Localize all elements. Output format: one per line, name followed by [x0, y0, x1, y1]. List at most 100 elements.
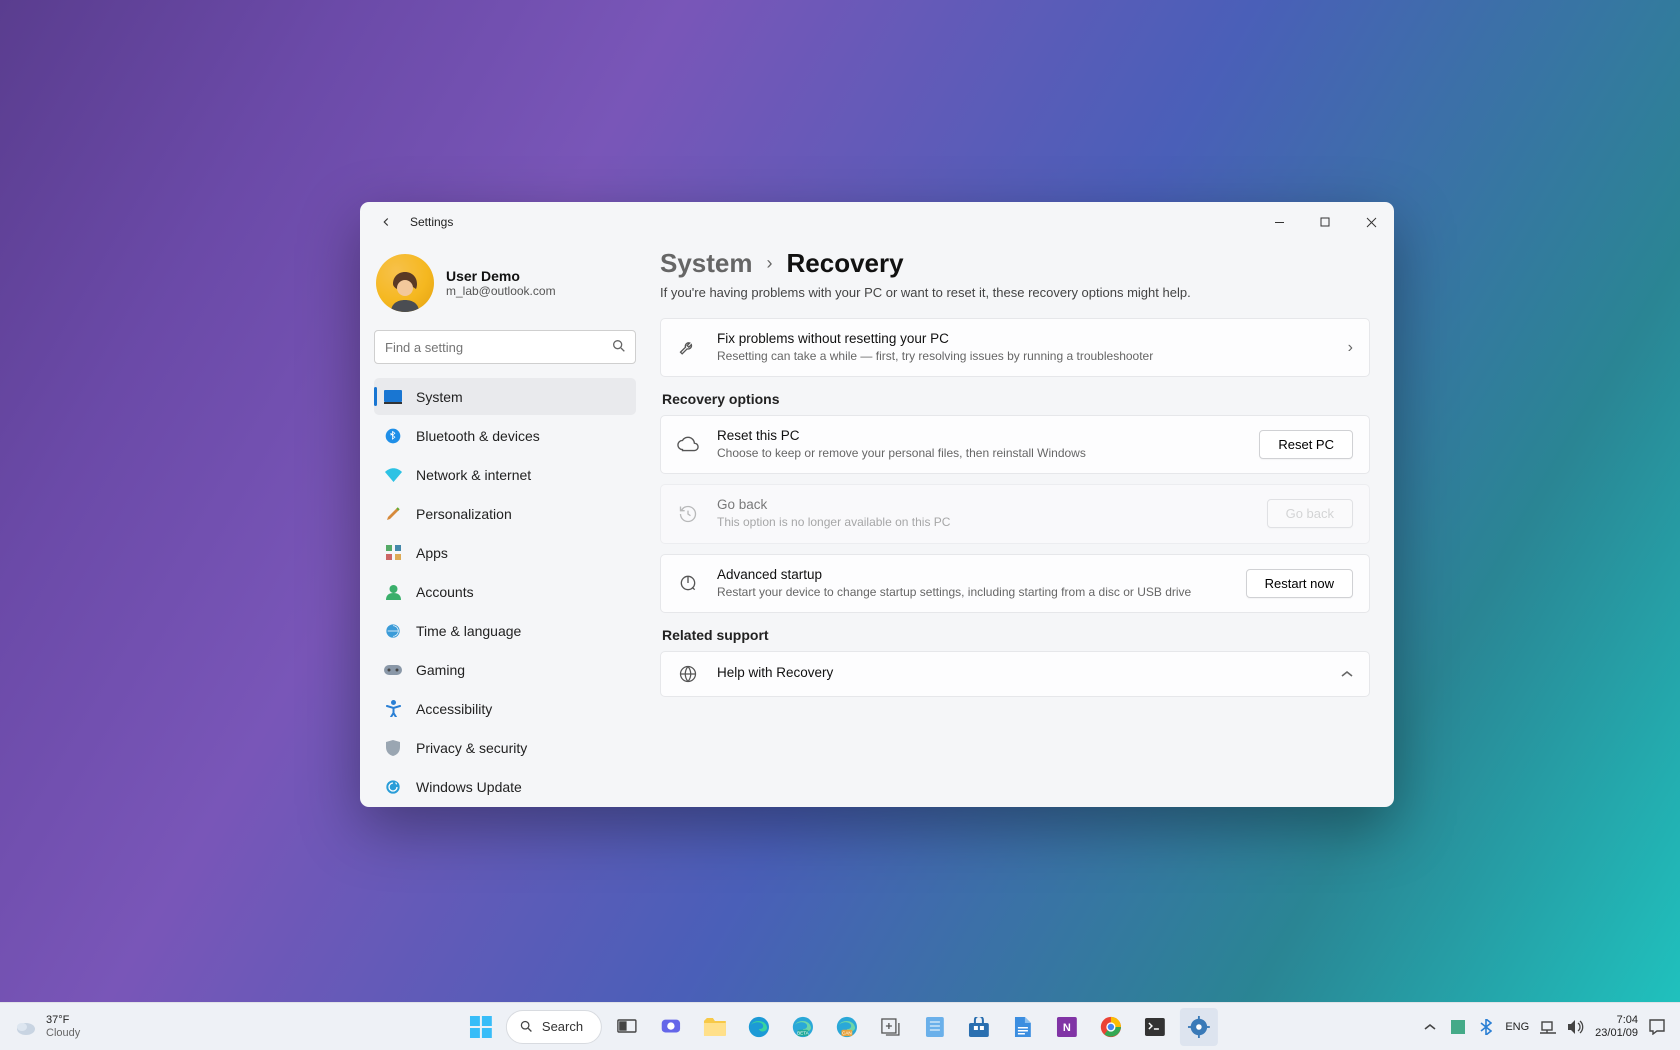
sidebar-item-label: Windows Update [416, 779, 522, 795]
sidebar-item-time-language[interactable]: Time & language [374, 612, 636, 649]
page-title: Recovery [787, 248, 904, 279]
go-back-card: Go back This option is no longer availab… [660, 484, 1370, 543]
sidebar-item-network[interactable]: Network & internet [374, 456, 636, 493]
notepad-button[interactable] [916, 1008, 954, 1046]
card-desc: This option is no longer available on th… [717, 514, 1249, 530]
history-icon [677, 504, 699, 524]
cloud-icon [14, 1017, 38, 1037]
user-block[interactable]: User Demo m_lab@outlook.com [374, 250, 636, 330]
search-icon [519, 1019, 534, 1034]
nav: System Bluetooth & devices Network & int… [374, 378, 636, 805]
sidebar-item-accessibility[interactable]: Accessibility [374, 690, 636, 727]
edge-beta-button[interactable]: BETA [784, 1008, 822, 1046]
maximize-button[interactable] [1302, 202, 1348, 242]
chat-button[interactable] [652, 1008, 690, 1046]
grid-icon [384, 544, 402, 562]
taskbar-search[interactable]: Search [506, 1010, 602, 1044]
sidebar-item-label: Accessibility [416, 701, 492, 717]
onenote-button[interactable]: N [1048, 1008, 1086, 1046]
sidebar-item-label: Network & internet [416, 467, 531, 483]
chrome-button[interactable] [1092, 1008, 1130, 1046]
help-recovery-card[interactable]: Help with Recovery [660, 651, 1370, 697]
tray-chevron-icon[interactable] [1421, 1018, 1439, 1036]
weather-cond: Cloudy [46, 1027, 80, 1039]
google-docs-button[interactable] [1004, 1008, 1042, 1046]
start-button[interactable] [462, 1008, 500, 1046]
network-tray-icon[interactable] [1539, 1018, 1557, 1036]
sidebar-item-label: Apps [416, 545, 448, 561]
person-icon [384, 583, 402, 601]
user-name: User Demo [446, 268, 556, 284]
sidebar-item-label: Personalization [416, 506, 512, 522]
search-input[interactable] [374, 330, 636, 364]
shield-icon [384, 739, 402, 757]
pinned-app-1[interactable] [872, 1008, 910, 1046]
taskbar-center: Search BETA CAN N [462, 1008, 1218, 1046]
chevron-right-icon: › [1348, 339, 1353, 357]
accessibility-icon [384, 700, 402, 718]
minimize-button[interactable] [1256, 202, 1302, 242]
bluetooth-icon [384, 427, 402, 445]
edge-canary-button[interactable]: CAN [828, 1008, 866, 1046]
paintbrush-icon [384, 505, 402, 523]
search-box [374, 330, 636, 364]
sidebar-item-personalization[interactable]: Personalization [374, 495, 636, 532]
user-email: m_lab@outlook.com [446, 284, 556, 298]
restart-now-button[interactable]: Restart now [1246, 569, 1353, 598]
globe-clock-icon [384, 622, 402, 640]
avatar [376, 254, 434, 312]
chevron-right-icon: › [767, 253, 773, 274]
main-content: System › Recovery If you're having probl… [650, 242, 1394, 807]
card-title: Reset this PC [717, 428, 1241, 443]
sidebar-item-windows-update[interactable]: Windows Update [374, 768, 636, 805]
volume-tray-icon[interactable] [1567, 1018, 1585, 1036]
settings-window: Settings User Demo m_lab@outlook.com [360, 202, 1394, 807]
sidebar-item-label: Bluetooth & devices [416, 428, 540, 444]
section-heading-recovery: Recovery options [662, 391, 1370, 407]
sidebar-item-label: Gaming [416, 662, 465, 678]
back-button[interactable] [372, 208, 400, 236]
troubleshoot-card[interactable]: Fix problems without resetting your PC R… [660, 318, 1370, 377]
close-button[interactable] [1348, 202, 1394, 242]
gamepad-icon [384, 661, 402, 679]
reset-pc-card: Reset this PC Choose to keep or remove y… [660, 415, 1370, 474]
card-desc: Restart your device to change startup se… [717, 584, 1228, 600]
page-subtitle: If you're having problems with your PC o… [660, 285, 1370, 300]
sidebar-item-privacy[interactable]: Privacy & security [374, 729, 636, 766]
clock[interactable]: 7:04 23/01/09 [1595, 1014, 1638, 1038]
terminal-button[interactable] [1136, 1008, 1174, 1046]
weather-widget[interactable]: 37°F Cloudy [0, 1014, 80, 1038]
language-indicator[interactable]: ENG [1505, 1021, 1529, 1033]
sidebar-item-accounts[interactable]: Accounts [374, 573, 636, 610]
sidebar-item-apps[interactable]: Apps [374, 534, 636, 571]
sidebar-item-system[interactable]: System [374, 378, 636, 415]
wifi-icon [384, 466, 402, 484]
store-button[interactable] [960, 1008, 998, 1046]
globe-help-icon [677, 664, 699, 684]
sidebar-item-bluetooth[interactable]: Bluetooth & devices [374, 417, 636, 454]
date: 23/01/09 [1595, 1027, 1638, 1039]
search-icon [611, 338, 627, 359]
tray-bluetooth-icon[interactable] [1477, 1018, 1495, 1036]
system-tray: ENG 7:04 23/01/09 [1421, 1014, 1680, 1038]
card-title: Go back [717, 497, 1249, 512]
card-title: Help with Recovery [717, 665, 1323, 680]
svg-text:BETA: BETA [797, 1030, 810, 1035]
file-explorer-button[interactable] [696, 1008, 734, 1046]
weather-temp: 37°F [46, 1014, 80, 1026]
sidebar: User Demo m_lab@outlook.com System Bluet… [360, 242, 650, 807]
notifications-button[interactable] [1648, 1018, 1666, 1036]
task-view-button[interactable] [608, 1008, 646, 1046]
sidebar-item-gaming[interactable]: Gaming [374, 651, 636, 688]
svg-text:CAN: CAN [842, 1030, 852, 1035]
wrench-icon [677, 338, 699, 358]
breadcrumb-parent[interactable]: System [660, 248, 753, 279]
edge-button[interactable] [740, 1008, 778, 1046]
sidebar-item-label: Privacy & security [416, 740, 527, 756]
settings-button-taskbar[interactable] [1180, 1008, 1218, 1046]
breadcrumb: System › Recovery [660, 248, 1370, 279]
power-settings-icon [677, 573, 699, 593]
tray-app-icon[interactable] [1449, 1018, 1467, 1036]
update-icon [384, 778, 402, 796]
reset-pc-button[interactable]: Reset PC [1259, 430, 1353, 459]
